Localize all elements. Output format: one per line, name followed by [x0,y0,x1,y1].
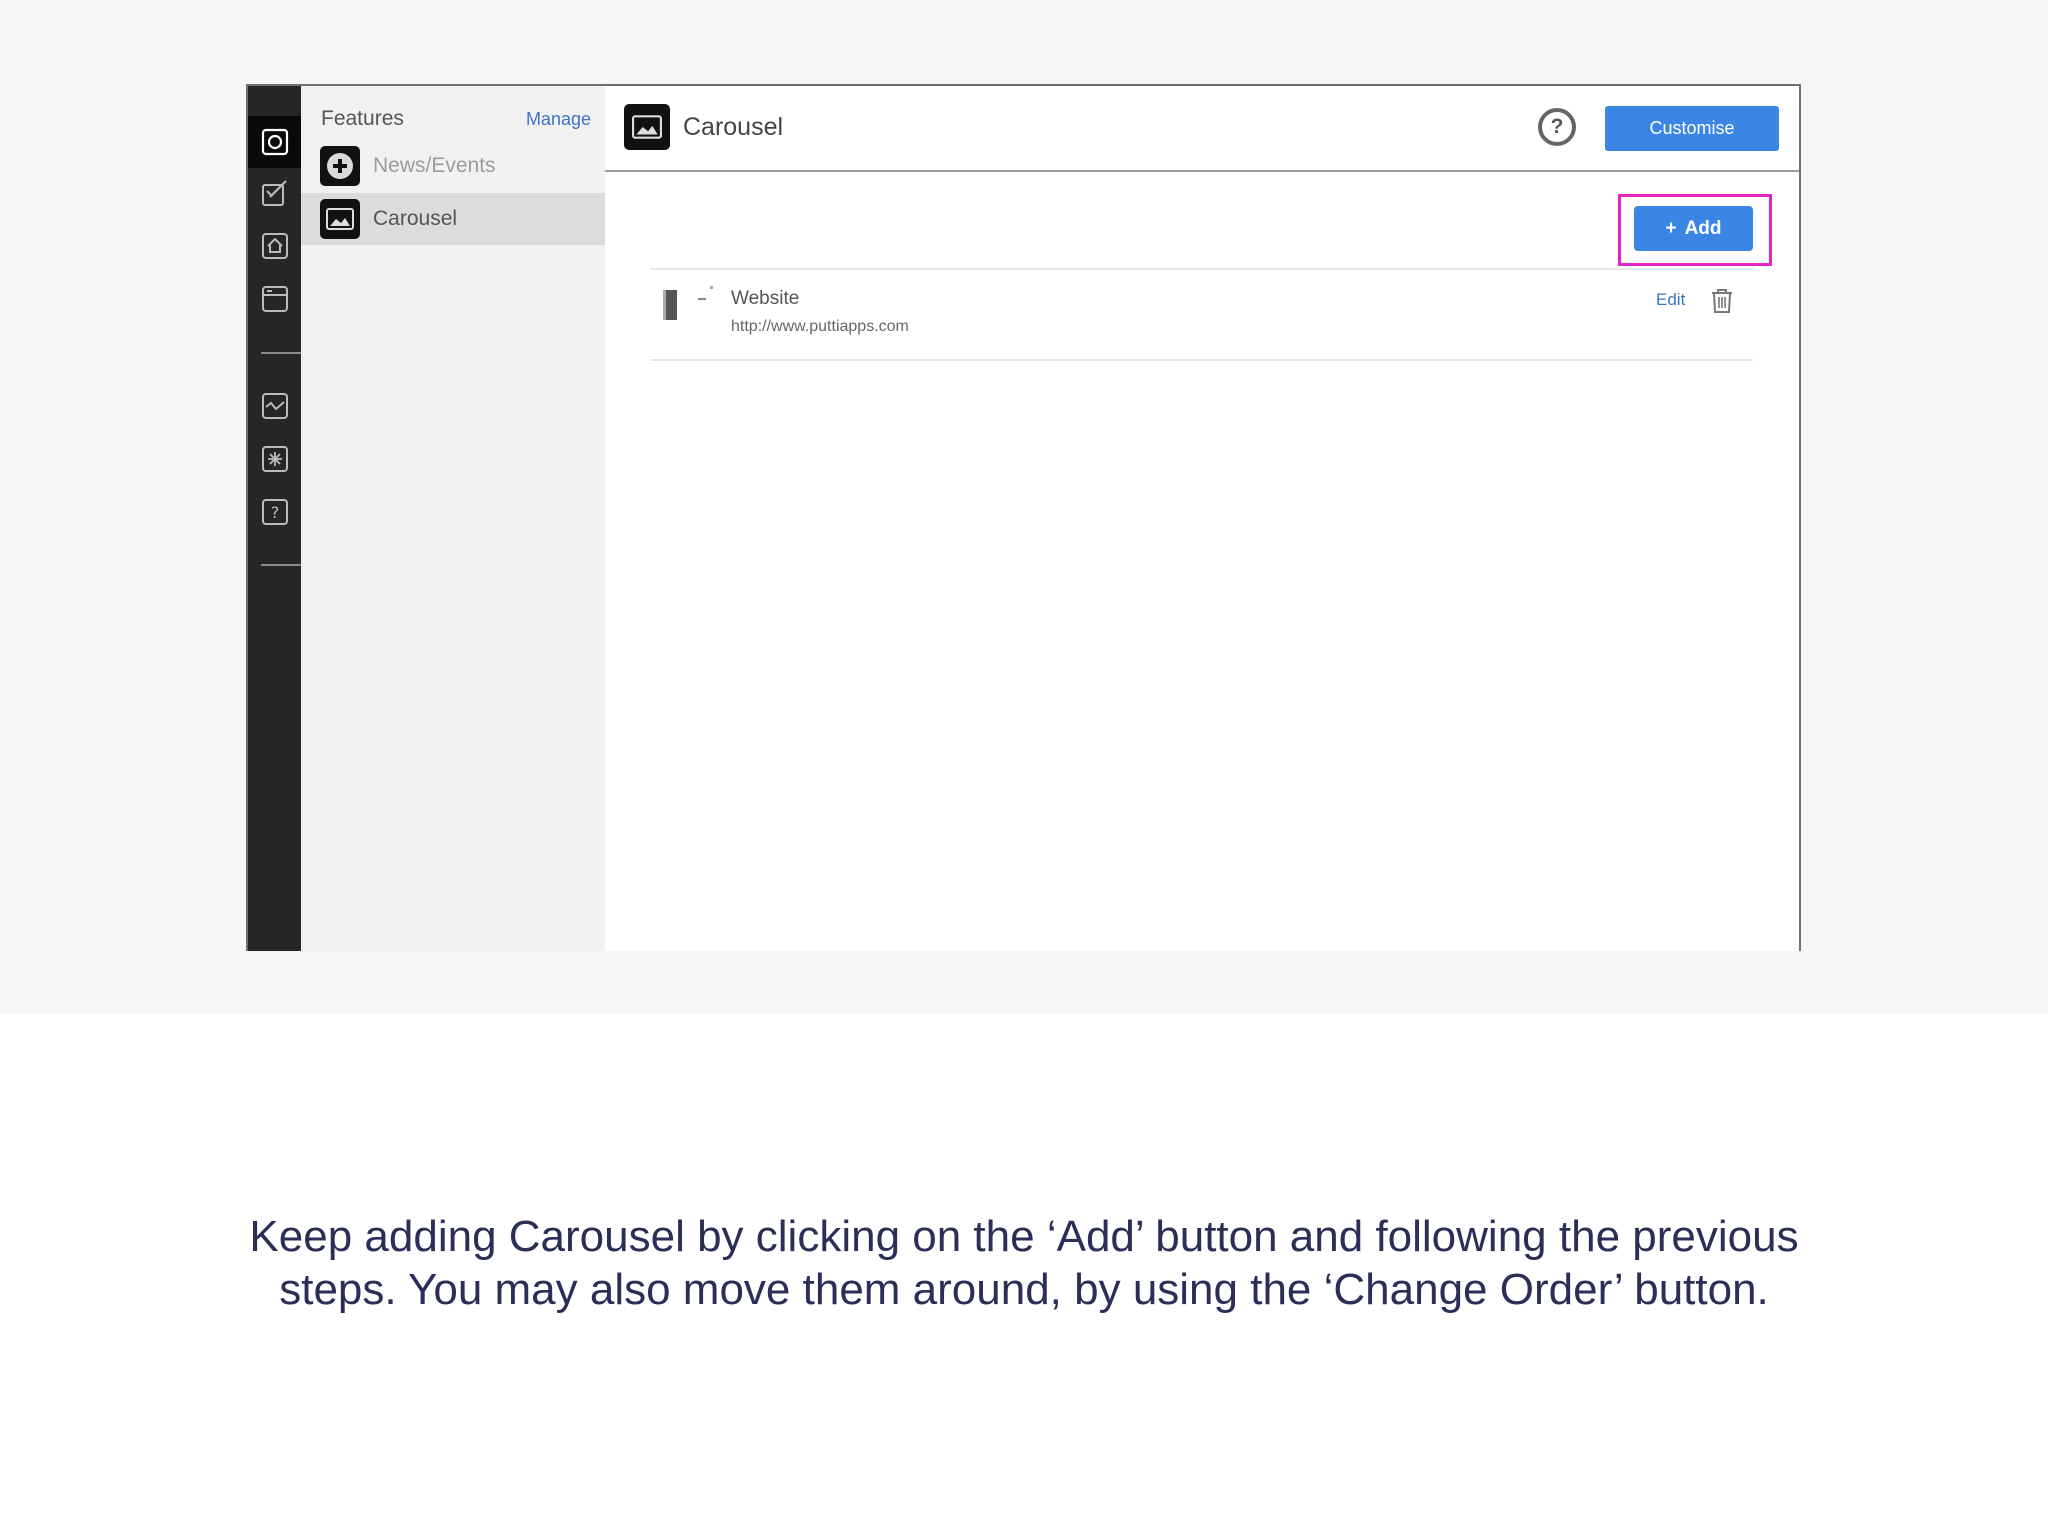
item-title: Website [731,288,800,309]
image-icon [320,199,360,239]
plus-icon: + [1665,217,1677,239]
feature-item-label: Carousel [373,207,458,230]
rail-home-button[interactable] [248,220,301,272]
caption-line: steps. You may also move them around, by… [279,1265,1769,1314]
image-icon [624,104,670,150]
rail-analytics-button[interactable] [248,380,301,432]
feature-item-carousel[interactable]: Carousel [301,193,605,245]
features-panel: Features Manage News/Events Carousel [301,86,605,951]
svg-text:?: ? [270,503,279,522]
features-title: Features [321,107,404,130]
edit-icon [261,180,287,206]
layout-icon [261,286,288,312]
caption-line: Keep adding Carousel by clicking on the … [249,1212,1799,1261]
rail-divider [261,352,301,354]
main-content: Carousel ? Customise + Add Website http:… [605,86,1799,951]
item-url: http://www.puttiapps.com [731,318,909,335]
rail-help-button[interactable]: ? [248,486,301,538]
page-title: Carousel [683,113,784,141]
chart-icon [261,393,288,419]
rail-settings-button[interactable] [248,433,301,485]
feature-item-news-events[interactable]: News/Events [301,140,605,192]
help-button[interactable]: ? [1538,108,1576,146]
item-thumbnail-mark [710,286,713,289]
camera-icon [261,128,288,156]
item-thumbnail [663,290,677,320]
help-icon: ? [261,499,288,525]
rail-camera-button[interactable] [248,116,301,168]
instruction-caption: Keep adding Carousel by clicking on the … [0,1210,2048,1316]
item-thumbnail-mark [698,298,706,300]
edit-link[interactable]: Edit [1656,290,1685,310]
add-button[interactable]: + Add [1634,206,1753,251]
trash-icon[interactable] [1710,288,1734,314]
home-icon [261,233,288,259]
add-button-label: Add [1684,217,1722,239]
carousel-list-item: Website http://www.puttiapps.com Edit [650,270,1753,358]
rail-layout-button[interactable] [248,273,301,325]
features-header: Features Manage [321,104,591,134]
icon-rail: ? [248,86,301,951]
content-header: Carousel ? Customise [605,86,1799,172]
rail-edit-button[interactable] [248,168,301,220]
list-divider [650,359,1753,361]
customise-button[interactable]: Customise [1605,106,1779,151]
rail-divider [261,564,301,566]
app-window: ? Features Manage News/Events Carousel C… [246,84,1801,951]
settings-icon [261,446,288,472]
plus-circle-icon [320,146,360,186]
feature-item-label: News/Events [373,154,496,177]
manage-link[interactable]: Manage [526,109,591,130]
